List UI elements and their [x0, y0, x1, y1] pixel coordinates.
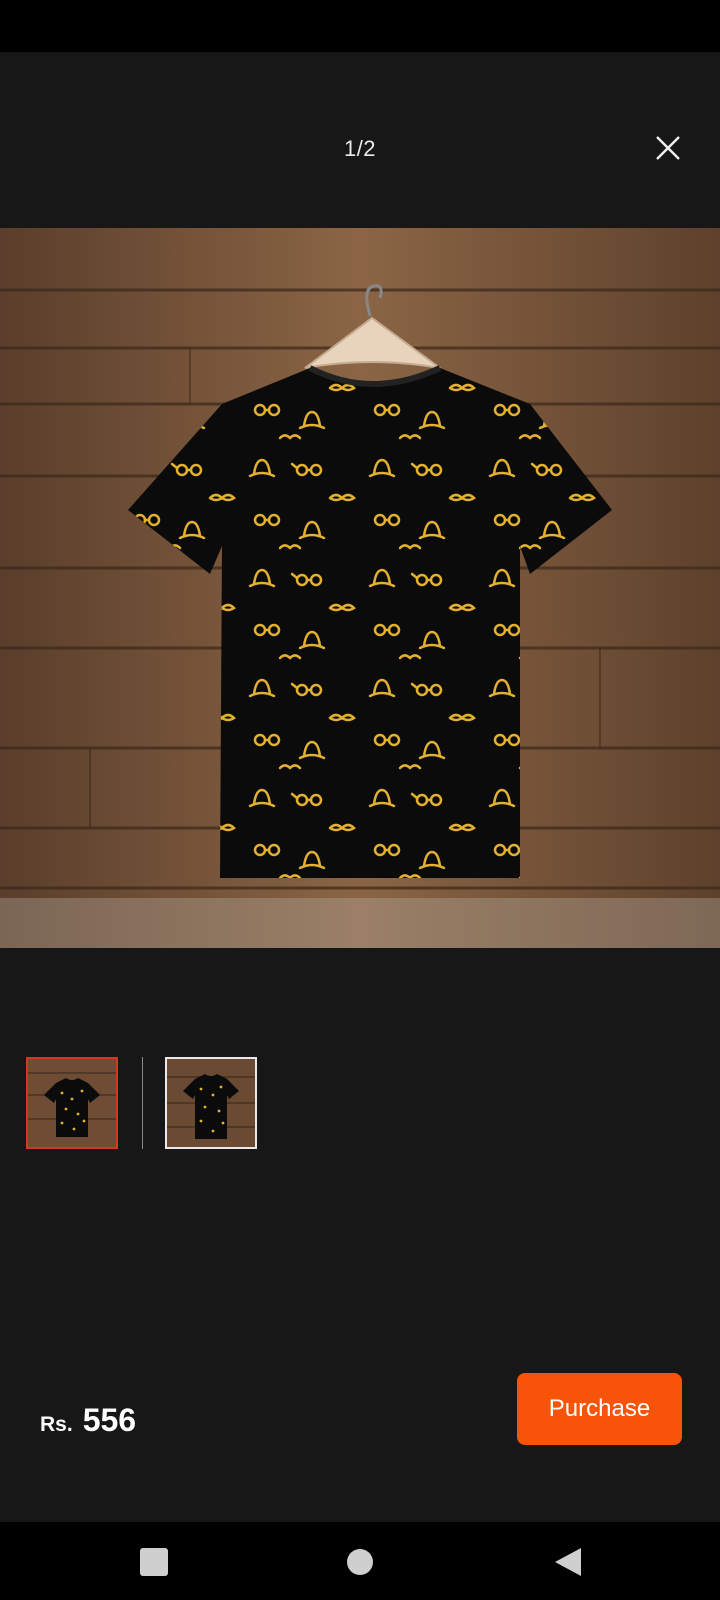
navigation-bar	[0, 1522, 720, 1600]
status-bar	[0, 0, 720, 52]
tshirt-thumbnail-icon	[167, 1059, 255, 1147]
thumbnail-2[interactable]	[165, 1057, 257, 1149]
close-button[interactable]	[648, 128, 688, 168]
thumbnail-divider	[142, 1057, 143, 1149]
price-amount: 556	[82, 1402, 137, 1438]
price: Rs. 556	[40, 1402, 136, 1439]
purchase-button[interactable]: Purchase	[517, 1373, 682, 1445]
recents-button[interactable]	[134, 1542, 174, 1582]
tshirt-icon	[0, 228, 720, 948]
image-counter: 1/2	[343, 136, 377, 161]
close-icon	[656, 136, 680, 160]
tshirt-thumbnail-icon	[28, 1059, 116, 1147]
home-button[interactable]	[340, 1542, 380, 1582]
circle-icon	[347, 1549, 373, 1575]
triangle-back-icon	[555, 1548, 581, 1576]
product-image[interactable]	[0, 228, 720, 948]
thumbnail-1[interactable]	[26, 1057, 118, 1149]
square-icon	[140, 1548, 168, 1576]
back-button[interactable]	[548, 1542, 588, 1582]
price-currency: Rs.	[40, 1413, 73, 1436]
